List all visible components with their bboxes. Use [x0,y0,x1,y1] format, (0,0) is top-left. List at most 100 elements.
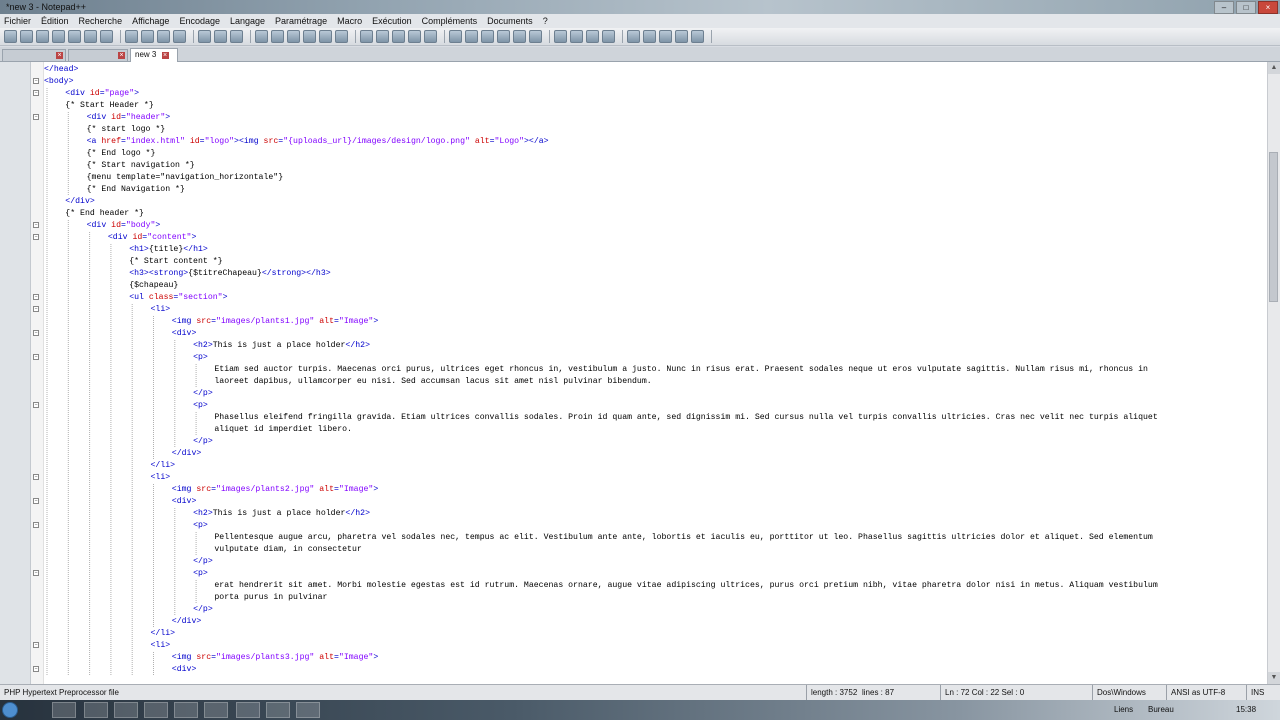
code-line[interactable]: laoreet dapibus, ullamcorper eu nisi. Se… [44,376,1266,388]
code-editor[interactable]: </head> − <body> − <div id="page"> {* Start H… [0,62,1280,684]
toolbar-button-icon[interactable] [497,30,510,43]
toolbar-button-icon[interactable] [586,30,599,43]
toolbar-button-icon[interactable] [643,30,656,43]
toolbar-button-icon[interactable] [465,30,478,43]
fold-toggle-icon[interactable]: − [33,306,39,312]
toolbar-button-icon[interactable] [4,30,17,43]
code-line[interactable]: − <li> [33,472,1266,484]
fold-toggle-icon[interactable]: − [33,474,39,480]
code-line[interactable]: − <div id="header"> [33,112,1266,124]
code-line[interactable]: vulputate diam, in consectetur [44,544,1266,556]
code-line[interactable]: </div> [44,196,1266,208]
code-line[interactable]: </li> [44,628,1266,640]
start-button[interactable] [2,702,18,718]
code-line[interactable]: Phasellus eleifend fringilla gravida. Et… [44,412,1266,424]
code-line[interactable]: </li> [44,460,1266,472]
toolbar-button-icon[interactable] [481,30,494,43]
toolbar-button-icon[interactable] [52,30,65,43]
menu-item[interactable]: Édition [41,14,69,28]
toolbar-button-icon[interactable] [392,30,405,43]
toolbar-button-icon[interactable] [287,30,300,43]
taskbar-notepad-icon[interactable] [296,702,320,718]
close-tab-icon[interactable]: × [161,52,169,59]
code-line[interactable]: {* End Navigation *} [44,184,1266,196]
vertical-scrollbar[interactable]: ▲ ▼ [1267,62,1280,684]
code-line[interactable]: <img src="images/plants3.jpg" alt="Image… [44,652,1266,664]
menu-item[interactable]: Macro [337,14,362,28]
tab-new-3[interactable]: new 3 × [130,48,178,62]
code-line[interactable]: </div> [44,448,1266,460]
code-line[interactable]: <img src="images/plants1.jpg" alt="Image… [44,316,1266,328]
toolbar-button-icon[interactable] [449,30,462,43]
toolbar-button-icon[interactable] [376,30,389,43]
code-line[interactable]: <img src="images/plants2.jpg" alt="Image… [44,484,1266,496]
taskbar-app-icon[interactable] [84,702,108,718]
code-line[interactable]: Etiam sed auctor turpis. Maecenas orci p… [44,364,1266,376]
taskbar-links[interactable]: Liens [1114,700,1133,720]
fold-toggle-icon[interactable]: − [33,222,39,228]
code-line[interactable]: {menu template="navigation_horizontale"} [44,172,1266,184]
code-line[interactable]: − <div> [33,664,1266,676]
toolbar-button-icon[interactable] [675,30,688,43]
scroll-down-icon[interactable]: ▼ [1268,672,1280,684]
code-line[interactable]: − <div> [33,328,1266,340]
toolbar-button-icon[interactable] [230,30,243,43]
code-line[interactable]: </p> [44,604,1266,616]
code-line[interactable]: {* Start content *} [44,256,1266,268]
scroll-up-icon[interactable]: ▲ [1268,62,1280,74]
menu-item[interactable]: Langage [230,14,265,28]
toolbar-button-icon[interactable] [554,30,567,43]
toolbar-button-icon[interactable] [424,30,437,43]
taskbar-app-icon[interactable] [114,702,138,718]
toolbar-button-icon[interactable] [141,30,154,43]
fold-toggle-icon[interactable]: − [33,354,39,360]
menu-item[interactable]: Paramétrage [275,14,327,28]
toolbar-button-icon[interactable] [408,30,421,43]
code-line[interactable]: − <li> [33,640,1266,652]
code-line[interactable]: <h2>This is just a place holder</h2> [44,508,1266,520]
toolbar-button-icon[interactable] [627,30,640,43]
menu-item[interactable]: Encodage [179,14,220,28]
toolbar-button-icon[interactable] [513,30,526,43]
taskbar-desktop[interactable]: Bureau [1148,700,1174,720]
toolbar-button-icon[interactable] [529,30,542,43]
fold-toggle-icon[interactable]: − [33,522,39,528]
code-line[interactable]: {* start logo *} [44,124,1266,136]
code-line[interactable]: aliquet id imperdiet libero. [44,424,1266,436]
close-tab-icon[interactable]: × [118,52,125,59]
toolbar-button-icon[interactable] [198,30,211,43]
fold-toggle-icon[interactable]: − [33,402,39,408]
code-line[interactable]: <h1>{title}</h1> [44,244,1266,256]
taskbar-app-icon[interactable] [204,702,228,718]
toolbar-button-icon[interactable] [255,30,268,43]
code-line[interactable]: {* End logo *} [44,148,1266,160]
fold-toggle-icon[interactable]: − [33,78,39,84]
toolbar-button-icon[interactable] [335,30,348,43]
close-tab-icon[interactable]: × [56,52,63,59]
toolbar-button-icon[interactable] [691,30,704,43]
code-line[interactable]: </div> [44,616,1266,628]
toolbar-button-icon[interactable] [570,30,583,43]
code-line[interactable]: {$chapeau} [44,280,1266,292]
fold-toggle-icon[interactable]: − [33,570,39,576]
fold-toggle-icon[interactable]: − [33,90,39,96]
code-line[interactable]: − <li> [33,304,1266,316]
toolbar-button-icon[interactable] [319,30,332,43]
code-line[interactable]: </p> [44,556,1266,568]
toolbar-button-icon[interactable] [173,30,186,43]
menu-item[interactable]: Recherche [79,14,123,28]
menu-item[interactable]: Exécution [372,14,412,28]
menu-item[interactable]: ? [543,14,548,28]
toolbar-button-icon[interactable] [602,30,615,43]
toolbar-button-icon[interactable] [214,30,227,43]
fold-toggle-icon[interactable]: − [33,234,39,240]
code-line[interactable]: {* End header *} [44,208,1266,220]
code-area[interactable]: </head> − <body> − <div id="page"> {* Start H… [33,64,1266,676]
minimize-button[interactable]: – [1214,1,1234,14]
toolbar-button-icon[interactable] [157,30,170,43]
code-line[interactable]: </head> [44,64,1266,76]
fold-toggle-icon[interactable]: − [33,666,39,672]
menu-item[interactable]: Documents [487,14,533,28]
code-line[interactable]: − <p> [33,400,1266,412]
close-button[interactable]: × [1258,1,1278,14]
